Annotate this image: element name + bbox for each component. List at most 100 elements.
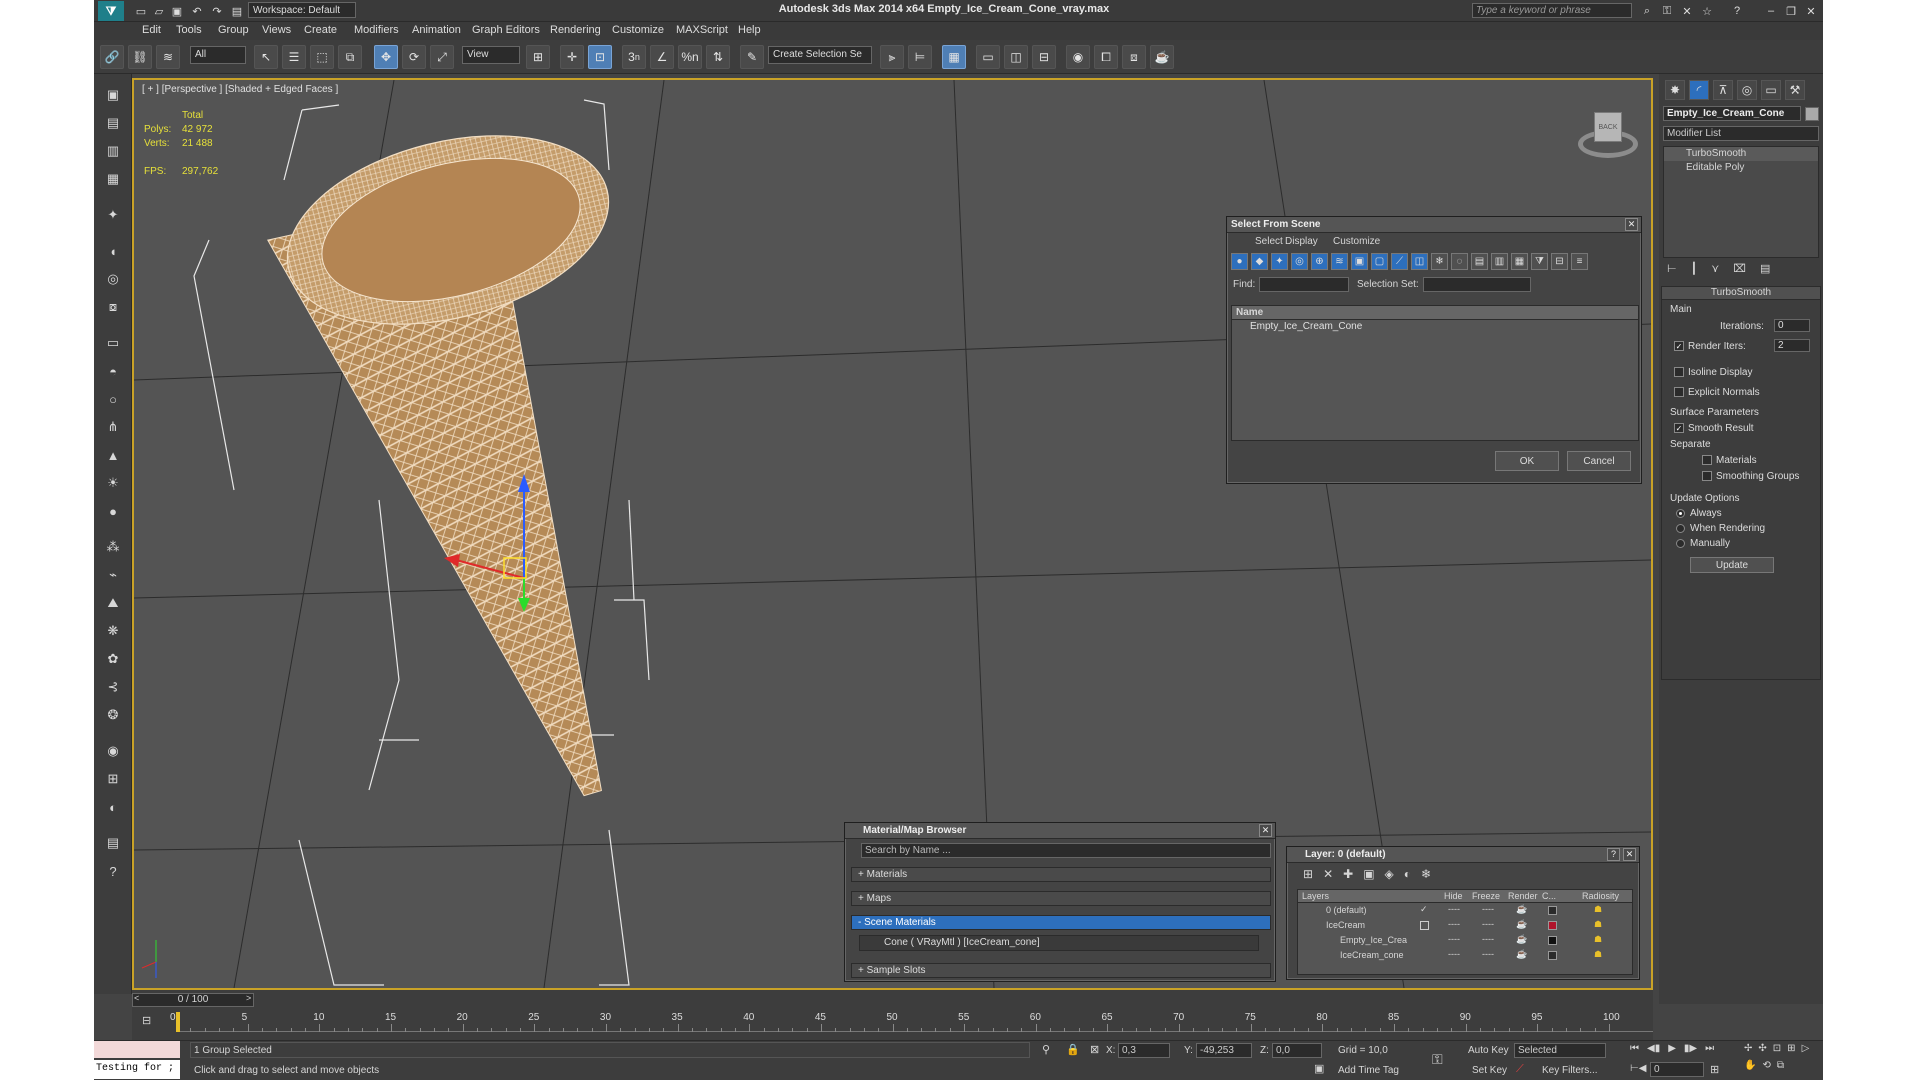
layer-color-swatch[interactable]: [1548, 921, 1557, 930]
freeze-dash[interactable]: ----: [1482, 934, 1494, 944]
minimize-icon[interactable]: –: [1762, 3, 1780, 19]
layer-color-swatch[interactable]: [1548, 951, 1557, 960]
filter-icon[interactable]: ⧩: [1531, 253, 1548, 270]
col-color[interactable]: C...: [1542, 891, 1556, 901]
communication-icon[interactable]: ✕: [1678, 3, 1696, 19]
menu-tools[interactable]: Tools: [176, 24, 202, 36]
menu-rendering[interactable]: Rendering: [550, 24, 601, 36]
material-editor-icon[interactable]: ◉: [1066, 45, 1090, 69]
time-slider[interactable]: 0 / 100: [132, 993, 254, 1007]
next-frame-icon[interactable]: ▮▶: [1684, 1043, 1697, 1054]
layer-color-swatch[interactable]: [1548, 936, 1557, 945]
update-button[interactable]: Update: [1690, 557, 1774, 573]
make-unique-icon[interactable]: ⋎: [1711, 262, 1719, 275]
add-to-layer-icon[interactable]: ✚: [1343, 867, 1353, 881]
key-icon[interactable]: ⚿: [1658, 3, 1676, 19]
cancel-button[interactable]: Cancel: [1567, 451, 1631, 471]
zoom-extents-all-icon[interactable]: ⊞: [1787, 1043, 1795, 1054]
absolute-mode-icon[interactable]: ⊠: [1090, 1043, 1099, 1056]
layer-color-swatch[interactable]: [1548, 906, 1557, 915]
mirror-icon[interactable]: ⫸: [880, 45, 904, 69]
zoom-icon[interactable]: ✢: [1744, 1043, 1752, 1054]
menu-graph-editors[interactable]: Graph Editors: [472, 24, 540, 36]
display-xrefs-icon[interactable]: ▢: [1371, 253, 1388, 270]
select-dialog-title[interactable]: Select From Scene: [1227, 217, 1641, 233]
render-teapot-icon[interactable]: ☕: [1516, 934, 1527, 945]
script-icon[interactable]: ▤: [101, 832, 125, 854]
time-tag-icon[interactable]: ▣: [1314, 1062, 1324, 1075]
current-frame-field[interactable]: 0: [1650, 1062, 1704, 1077]
x-coordinate-field[interactable]: 0,3: [1118, 1043, 1170, 1058]
key-mode-toggle-icon[interactable]: ⊢◀: [1630, 1063, 1646, 1074]
hide-dash[interactable]: ----: [1448, 904, 1460, 914]
maximize-viewport-icon[interactable]: ⧉: [1777, 1060, 1784, 1071]
app-logo-icon[interactable]: ⧩: [98, 1, 124, 21]
freeze-dash[interactable]: ----: [1482, 904, 1494, 914]
globe-icon[interactable]: ●: [101, 500, 125, 522]
rabbit-icon[interactable]: ⊰: [101, 676, 125, 698]
layer-current-box-icon[interactable]: [1420, 921, 1429, 930]
update-always-radio[interactable]: [1676, 509, 1685, 518]
layer-dialog-title[interactable]: Layer: 0 (default): [1287, 847, 1639, 863]
pan-icon[interactable]: ✋: [1744, 1060, 1756, 1071]
vray-icon[interactable]: ◐: [101, 796, 125, 818]
help-search-input[interactable]: Type a keyword or phrase: [1472, 3, 1632, 18]
section-scene-materials[interactable]: - Scene Materials: [851, 915, 1271, 930]
section-maps[interactable]: + Maps: [851, 891, 1271, 906]
select-dialog-menu-customize[interactable]: Customize: [1333, 236, 1380, 247]
section-sample-slots[interactable]: + Sample Slots: [851, 963, 1271, 978]
display-tab-icon[interactable]: ▭: [1761, 80, 1781, 100]
zoom-extents-icon[interactable]: ⊡: [1773, 1043, 1781, 1054]
menu-help[interactable]: Help: [738, 24, 761, 36]
radiosity-icon[interactable]: ☗: [1594, 949, 1602, 960]
workspace-dropdown[interactable]: Workspace: Default: [248, 2, 356, 18]
menu-modifiers[interactable]: Modifiers: [354, 24, 399, 36]
modifier-list-dropdown[interactable]: Modifier List: [1663, 126, 1819, 141]
hide-dash[interactable]: ----: [1448, 934, 1460, 944]
prev-frame-arrow-icon[interactable]: <: [134, 993, 139, 1003]
select-manipulate-icon[interactable]: ✛: [560, 45, 584, 69]
create-tab-icon[interactable]: ✸: [1665, 80, 1685, 100]
edit-named-selection-icon[interactable]: ✎: [740, 45, 764, 69]
box-icon[interactable]: ▭: [101, 332, 125, 354]
selection-filter-dropdown[interactable]: All: [190, 46, 246, 64]
render-teapot-icon[interactable]: ☕: [1516, 949, 1527, 960]
freeze-dash[interactable]: ----: [1482, 919, 1494, 929]
select-in-layer-icon[interactable]: ▣: [1363, 867, 1374, 881]
align-icon[interactable]: ⊨: [908, 45, 932, 69]
layer-row[interactable]: Empty_Ice_Crea ---- ---- ☕ ☗: [1298, 933, 1632, 948]
select-rotate-icon[interactable]: ⟳: [402, 45, 426, 69]
hair-icon[interactable]: ❂: [101, 704, 125, 726]
update-manually-radio[interactable]: [1676, 539, 1685, 548]
graphite-ribbon-icon[interactable]: ▭: [976, 45, 1000, 69]
hide-dash[interactable]: ----: [1448, 949, 1460, 959]
hide-all-layers-icon[interactable]: ◐: [1404, 867, 1411, 881]
radiosity-icon[interactable]: ☗: [1594, 904, 1602, 915]
help-icon-left[interactable]: ?: [101, 860, 125, 882]
keyboard-shortcut-override-icon[interactable]: ⊡: [588, 45, 612, 69]
material-browser-close-icon[interactable]: ✕: [1259, 824, 1272, 837]
orbit-icon[interactable]: ⟲: [1762, 1060, 1770, 1071]
hide-dash[interactable]: ----: [1448, 919, 1460, 929]
light-icon[interactable]: ✦: [101, 204, 125, 226]
next-frame-arrow-icon[interactable]: >: [246, 993, 251, 1003]
freeze-dash[interactable]: ----: [1482, 949, 1494, 959]
zoom-all-icon[interactable]: ✣: [1758, 1043, 1766, 1054]
remove-modifier-icon[interactable]: ⌧: [1733, 262, 1746, 275]
menu-customize[interactable]: Customize: [612, 24, 664, 36]
sun-icon[interactable]: ☀: [101, 472, 125, 494]
display-groups-icon[interactable]: ▣: [1351, 253, 1368, 270]
pivot-center-icon[interactable]: ⊞: [526, 45, 550, 69]
time-config-icon[interactable]: ⊞: [1710, 1063, 1719, 1076]
select-object-icon[interactable]: ↖: [254, 45, 278, 69]
update-when-rendering-radio[interactable]: [1676, 524, 1685, 533]
link-icon[interactable]: 🔗: [100, 45, 124, 69]
show-end-result-icon[interactable]: ┃: [1691, 262, 1698, 275]
dome-icon[interactable]: ◓: [101, 360, 125, 382]
previous-frame-icon[interactable]: ◀▮: [1647, 1043, 1660, 1054]
auto-key-button[interactable]: Auto Key: [1468, 1045, 1509, 1056]
go-to-end-icon[interactable]: ⏭: [1705, 1043, 1714, 1054]
display-containers-icon[interactable]: ◫: [1411, 253, 1428, 270]
table-icon[interactable]: ▦: [101, 168, 125, 190]
col-layers[interactable]: Layers: [1302, 891, 1329, 901]
